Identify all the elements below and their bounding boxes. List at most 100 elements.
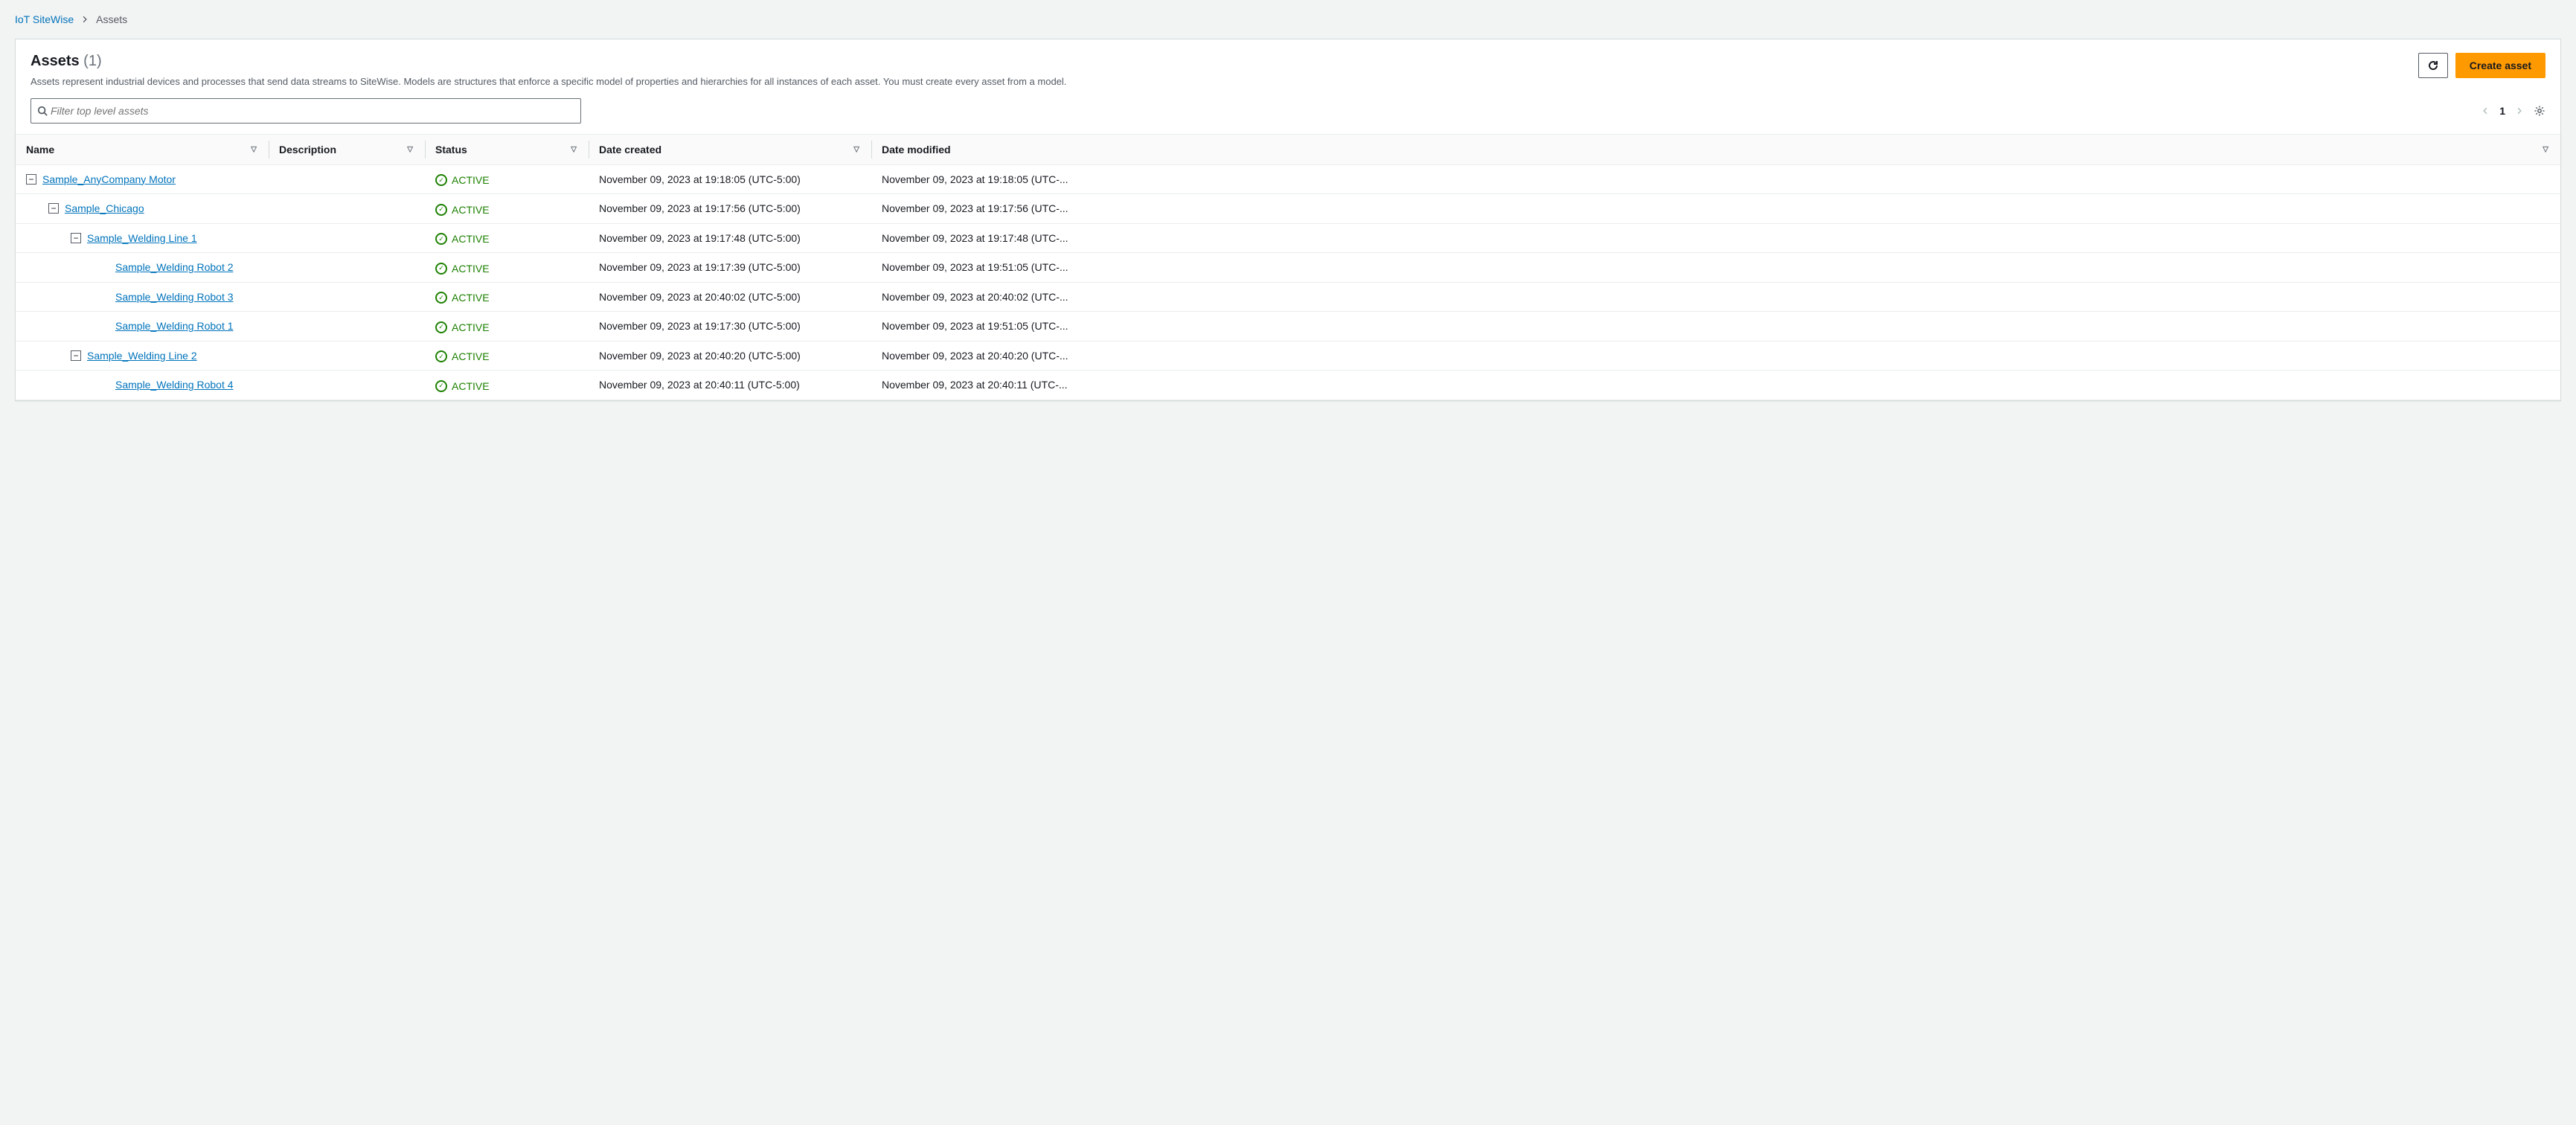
column-label: Date modified [882,144,951,156]
table-row: Sample_Welding Robot 4 ✓ ACTIVE November 09… [16,371,2560,400]
cell-date-modified: November 09, 2023 at 19:17:48 (UTC-... [882,232,1068,244]
check-circle-icon: ✓ [435,350,447,362]
filter-input-wrapper [31,98,581,124]
sort-icon: ▽ [853,145,859,153]
sort-icon: ▽ [2543,145,2548,153]
status-text: ACTIVE [452,233,490,245]
page-number: 1 [2499,105,2505,117]
cell-description [269,223,425,253]
column-label: Description [279,144,336,156]
status-badge: ✓ ACTIVE [435,321,490,333]
status-badge: ✓ ACTIVE [435,292,490,304]
cell-date-modified: November 09, 2023 at 19:51:05 (UTC-... [882,320,1068,332]
column-header-status[interactable]: Status ▽ [425,134,589,164]
asset-link[interactable]: Sample_Chicago [65,202,144,214]
cell-date-created: November 09, 2023 at 20:40:20 (UTC-5:00) [589,341,871,371]
sort-icon: ▽ [407,145,413,153]
tree-collapse-toggle[interactable]: − [71,350,81,361]
assets-panel: Assets (1) Assets represent industrial d… [15,39,2561,401]
status-badge: ✓ ACTIVE [435,204,490,216]
status-badge: ✓ ACTIVE [435,263,490,275]
cell-description [269,371,425,400]
table-row: −Sample_Welding Line 1 ✓ ACTIVE November 09… [16,223,2560,253]
asset-link[interactable]: Sample_Welding Line 2 [87,350,197,362]
cell-description [269,164,425,194]
cell-description [269,194,425,224]
page-description: Assets represent industrial devices and … [31,74,2403,89]
cell-date-created: November 09, 2023 at 20:40:11 (UTC-5:00) [589,371,871,400]
table-row: −Sample_Welding Line 2 ✓ ACTIVE November 09… [16,341,2560,371]
check-circle-icon: ✓ [435,292,447,304]
check-circle-icon: ✓ [435,321,447,333]
sort-icon: ▽ [251,145,257,153]
column-header-description[interactable]: Description ▽ [269,134,425,164]
status-text: ACTIVE [452,380,490,392]
column-header-name[interactable]: Name ▽ [16,134,269,164]
pagination: 1 [2482,105,2545,117]
status-text: ACTIVE [452,263,490,275]
asset-link[interactable]: Sample_Welding Robot 2 [115,261,234,273]
cell-description [269,312,425,342]
column-label: Date created [599,144,661,156]
tree-collapse-toggle[interactable]: − [26,174,36,185]
title-text: Assets [31,53,80,69]
refresh-icon [2427,60,2439,71]
asset-link[interactable]: Sample_Welding Line 1 [87,232,197,244]
cell-description [269,282,425,312]
cell-date-modified: November 09, 2023 at 19:18:05 (UTC-... [882,173,1068,185]
title-count: (1) [83,53,101,69]
cell-date-created: November 09, 2023 at 19:17:56 (UTC-5:00) [589,194,871,224]
breadcrumb: IoT SiteWise Assets [15,13,2561,25]
cell-date-modified: November 09, 2023 at 20:40:02 (UTC-... [882,291,1068,303]
create-asset-button[interactable]: Create asset [2455,53,2545,78]
table-row: −Sample_AnyCompany Motor ✓ACTIVE November … [16,164,2560,194]
status-text: ACTIVE [452,350,490,362]
table-row: Sample_Welding Robot 3 ✓ ACTIVE November 09… [16,282,2560,312]
prev-page-button[interactable] [2482,106,2489,116]
status-text: ACTIVE [452,204,490,216]
cell-date-modified: November 09, 2023 at 20:40:11 (UTC-... [882,379,1068,391]
cell-date-modified: November 09, 2023 at 19:17:56 (UTC-... [882,202,1068,214]
check-circle-icon: ✓ [435,204,447,216]
status-text: ACTIVE [452,321,490,333]
check-circle-icon: ✓ [435,380,447,392]
asset-link[interactable]: Sample_Welding Robot 3 [115,291,234,303]
status-badge: ✓ ACTIVE [435,233,490,245]
check-circle-icon: ✓ [435,263,447,275]
cell-date-modified: November 09, 2023 at 20:40:20 (UTC-... [882,350,1068,362]
filter-input[interactable] [48,100,574,121]
cell-date-created: November 09, 2023 at 20:40:02 (UTC-5:00) [589,282,871,312]
page-title: Assets (1) [31,53,2403,70]
status-badge: ✓ACTIVE [435,174,490,186]
cell-description [269,253,425,283]
status-text: ACTIVE [452,292,490,304]
table-row: Sample_Welding Robot 1 ✓ ACTIVE November 09… [16,312,2560,342]
refresh-button[interactable] [2418,53,2448,78]
status-badge: ✓ ACTIVE [435,350,490,362]
status-badge: ✓ ACTIVE [435,380,490,392]
settings-button[interactable] [2534,105,2545,117]
breadcrumb-root-link[interactable]: IoT SiteWise [15,13,74,25]
next-page-button[interactable] [2516,106,2523,116]
breadcrumb-current: Assets [96,13,127,25]
asset-link[interactable]: Sample_Welding Robot 4 [115,379,234,391]
sort-icon: ▽ [571,145,577,153]
asset-link[interactable]: Sample_AnyCompany Motor [42,173,176,185]
cell-description [269,341,425,371]
column-header-modified[interactable]: Date modified ▽ [871,134,2560,164]
search-icon [37,106,48,116]
cell-date-created: November 09, 2023 at 19:17:48 (UTC-5:00) [589,223,871,253]
cell-date-modified: November 09, 2023 at 19:51:05 (UTC-... [882,261,1068,273]
chevron-right-icon [81,16,89,23]
table-row: −Sample_Chicago ✓ ACTIVE November 09, 2023 … [16,194,2560,224]
asset-link[interactable]: Sample_Welding Robot 1 [115,320,234,332]
check-circle-icon: ✓ [435,233,447,245]
cell-date-created: November 09, 2023 at 19:17:30 (UTC-5:00) [589,312,871,342]
status-text: ACTIVE [452,174,490,186]
column-label: Name [26,144,54,156]
table-row: Sample_Welding Robot 2 ✓ ACTIVE November 09… [16,253,2560,283]
cell-date-created: November 09, 2023 at 19:17:39 (UTC-5:00) [589,253,871,283]
column-header-created[interactable]: Date created ▽ [589,134,871,164]
tree-collapse-toggle[interactable]: − [71,233,81,243]
tree-collapse-toggle[interactable]: − [48,203,59,214]
